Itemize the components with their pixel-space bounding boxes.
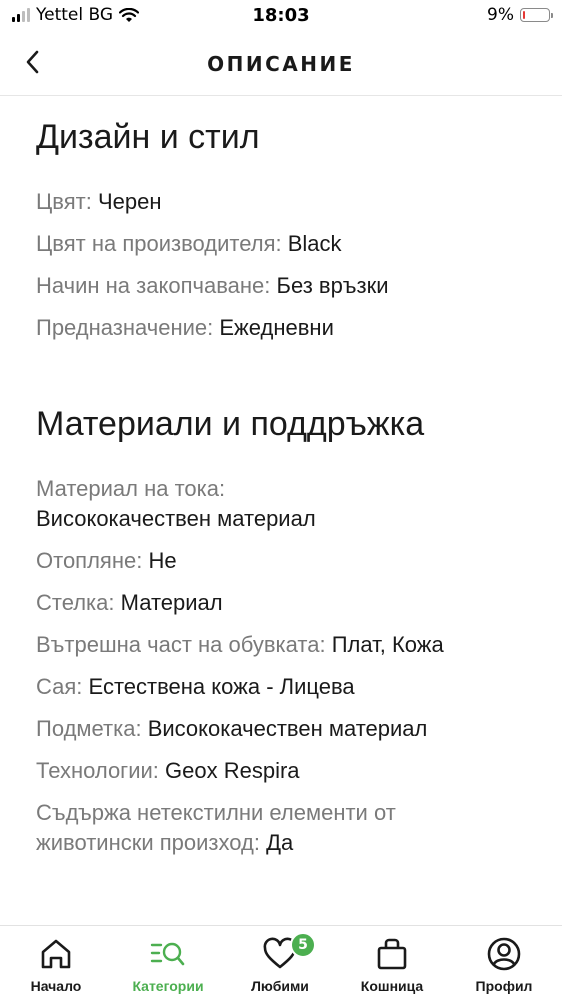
section-title-design: Дизайн и стил [36,118,260,156]
spec-value: Ежедневни [219,315,334,340]
spec-row: Сая: Естествена кожа - Лицева [36,672,536,702]
spec-row: Отопляне: Не [36,546,536,576]
header: ОПИСАНИЕ [0,32,562,96]
nav-label: Любими [251,978,309,994]
shopping-bag-icon [377,938,407,970]
favorites-badge: 5 [290,932,316,958]
spec-row: Подметка: Висококачествен материал [36,714,536,744]
spec-label: Начин на закопчаване: [36,273,271,298]
spec-list-materials: Материал на тока: Висококачествен материа… [36,474,536,858]
nav-label: Начало [30,978,82,994]
spec-label: Отопляне: [36,548,143,573]
section-design: Дизайн и стил Цвят: Черен Цвят на произв… [36,96,536,343]
spec-value: Да [266,830,294,855]
spec-value: Материал [120,590,223,615]
section-materials: Материали и поддръжка Материал на тока: В… [36,355,536,858]
spec-row: Цвят: Черен [36,187,536,217]
screen: Yettel BG 18:03 9% ОПИСАНИЕ Дизайн и сти… [0,0,562,999]
spec-label: Предназначение: [36,315,214,340]
spec-value: Висококачествен материал [36,506,316,531]
nav-label: Кошница [360,978,424,994]
spec-row: Начин на закопчаване: Без връзки [36,271,536,301]
spec-label: Технологии: [36,758,159,783]
spec-value: Висококачествен материал [147,716,428,741]
spec-value: Плат, Кожа [331,632,444,657]
nav-item-favorites[interactable]: 5 Любими [224,926,336,999]
spec-value: Geox Respira [165,758,300,783]
home-icon [41,939,71,969]
spec-row: Материал на тока: Висококачествен материа… [36,474,536,534]
nav-item-home[interactable]: Начало [0,926,112,999]
spec-label: Цвят на производителя: [36,231,282,256]
categories-search-icon [150,942,185,966]
spec-value: Черен [97,189,162,214]
spec-label: Подметка: [36,716,142,741]
spec-label: Цвят: [36,189,92,214]
battery-icon [520,8,553,22]
spec-list-design: Цвят: Черен Цвят на производителя: Black… [36,187,536,343]
status-bar: Yettel BG 18:03 9% [0,0,562,32]
spec-row: Технологии: Geox Respira [36,756,536,786]
nav-label: Категории [132,978,204,994]
spec-row: Цвят на производителя: Black [36,229,536,259]
spec-label: Материал на тока: [36,476,226,501]
nav-item-cart[interactable]: Кошница [336,926,448,999]
spec-value: Black [287,231,342,256]
status-right: 9% [487,5,553,25]
profile-icon [487,937,521,971]
spec-value: Не [148,548,177,573]
spec-label: Съдържа нетекстилни елементи от животинс… [36,800,396,855]
spec-value: Без връзки [276,273,389,298]
nav-item-categories[interactable]: Категории [112,926,224,999]
page-title: ОПИСАНИЕ [207,52,355,76]
battery-fill [523,11,525,19]
spec-value: Естествена кожа - Лицева [88,674,355,699]
spec-label: Стелка: [36,590,115,615]
status-time: 18:03 [252,5,310,26]
spec-label: Вътрешна част на обувката: [36,632,326,657]
nav-item-profile[interactable]: Профил [448,926,560,999]
battery-percent: 9% [487,5,514,25]
section-title-materials: Материали и поддръжка [36,405,425,443]
bottom-nav: Начало Категории 5 Любими Кошница Профил [0,925,562,999]
nav-label: Профил [475,978,533,994]
spec-row: Съдържа нетекстилни елементи от животинс… [36,798,476,858]
spec-row: Вътрешна част на обувката: Плат, Кожа [36,630,536,660]
spec-label: Сая: [36,674,83,699]
spec-row: Предназначение: Ежедневни [36,313,536,343]
spec-row: Стелка: Материал [36,588,536,618]
description-content: Дизайн и стил Цвят: Черен Цвят на произв… [36,96,536,870]
